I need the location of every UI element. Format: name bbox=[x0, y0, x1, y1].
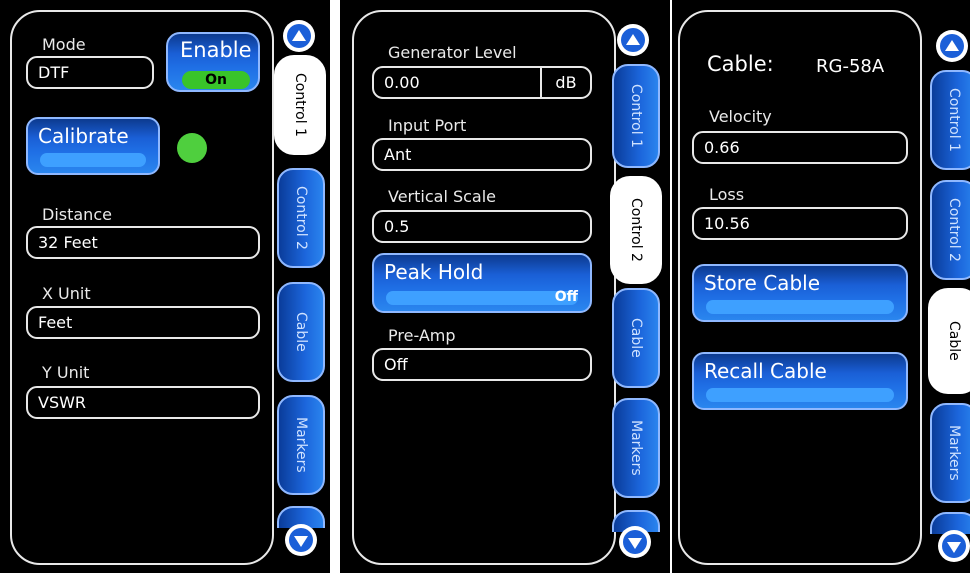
tab-control-1[interactable]: Control 1 bbox=[274, 55, 326, 155]
control1-panel: Mode DTF Enable On Calibrate Distance 32… bbox=[0, 0, 330, 573]
status-led-icon bbox=[177, 133, 207, 163]
tab-control-1[interactable]: Control 1 bbox=[612, 64, 660, 168]
cable-panel: Cable: RG-58A Velocity 0.66 Loss 10.56 S… bbox=[672, 0, 970, 573]
xunit-field[interactable]: Feet bbox=[26, 306, 260, 339]
xunit-label: X Unit bbox=[42, 284, 91, 303]
vertical-scale-field[interactable]: 0.5 bbox=[372, 210, 592, 243]
velocity-field[interactable]: 0.66 bbox=[692, 131, 908, 164]
velocity-label: Velocity bbox=[709, 107, 772, 126]
arrow-down-icon[interactable] bbox=[938, 530, 970, 562]
arrow-down-icon[interactable] bbox=[619, 526, 651, 558]
generator-level-unit: dB bbox=[540, 68, 590, 97]
generator-level-field[interactable]: 0.00 dB bbox=[372, 66, 592, 99]
mode-field[interactable]: DTF bbox=[26, 56, 154, 89]
tab-cable[interactable]: Cable bbox=[928, 288, 970, 394]
calibrate-button-bar bbox=[40, 153, 146, 167]
distance-label: Distance bbox=[42, 205, 112, 224]
tab-control-2[interactable]: Control 2 bbox=[277, 168, 325, 268]
peak-hold-bar bbox=[386, 291, 578, 305]
loss-label: Loss bbox=[709, 185, 745, 204]
calibrate-button[interactable]: Calibrate bbox=[26, 117, 160, 175]
loss-field[interactable]: 10.56 bbox=[692, 207, 908, 240]
input-port-field[interactable]: Ant bbox=[372, 138, 592, 171]
tab-markers[interactable]: Markers bbox=[612, 398, 660, 498]
control2-panel: Generator Level 0.00 dB Input Port Ant V… bbox=[340, 0, 670, 573]
recall-cable-bar bbox=[706, 388, 894, 402]
yunit-label: Y Unit bbox=[42, 363, 90, 382]
calibrate-button-label: Calibrate bbox=[38, 124, 129, 148]
store-cable-bar bbox=[706, 300, 894, 314]
enable-button[interactable]: Enable On bbox=[166, 32, 260, 92]
recall-cable-button-label: Recall Cable bbox=[704, 359, 827, 383]
store-cable-button-label: Store Cable bbox=[704, 271, 820, 295]
input-port-label: Input Port bbox=[388, 116, 467, 135]
arrow-up-icon[interactable] bbox=[936, 30, 968, 62]
tab-cable[interactable]: Cable bbox=[277, 282, 325, 382]
arrow-up-icon[interactable] bbox=[283, 20, 315, 52]
tab-cable[interactable]: Cable bbox=[612, 288, 660, 388]
peak-hold-button[interactable]: Peak Hold Off bbox=[372, 253, 592, 313]
enable-button-label: Enable bbox=[180, 38, 252, 62]
store-cable-button[interactable]: Store Cable bbox=[692, 264, 908, 322]
yunit-field[interactable]: VSWR bbox=[26, 386, 260, 419]
cable-label: Cable: bbox=[707, 52, 774, 76]
tab-markers[interactable]: Markers bbox=[930, 403, 970, 503]
preamp-label: Pre-Amp bbox=[388, 326, 456, 345]
tab-markers[interactable]: Markers bbox=[277, 395, 325, 495]
arrow-up-icon[interactable] bbox=[617, 24, 649, 56]
tab-control-1[interactable]: Control 1 bbox=[930, 70, 970, 170]
preamp-field[interactable]: Off bbox=[372, 348, 592, 381]
mode-label: Mode bbox=[42, 35, 86, 54]
enable-state-indicator: On bbox=[182, 71, 250, 89]
tab-control-2[interactable]: Control 2 bbox=[930, 180, 970, 280]
distance-field[interactable]: 32 Feet bbox=[26, 226, 260, 259]
generator-level-value: 0.00 bbox=[384, 73, 420, 92]
peak-hold-state: Off bbox=[554, 289, 578, 305]
recall-cable-button[interactable]: Recall Cable bbox=[692, 352, 908, 410]
arrow-down-icon[interactable] bbox=[285, 524, 317, 556]
peak-hold-button-label: Peak Hold bbox=[384, 260, 484, 284]
vertical-scale-label: Vertical Scale bbox=[388, 187, 497, 206]
tab-control-2[interactable]: Control 2 bbox=[610, 176, 662, 284]
generator-level-label: Generator Level bbox=[388, 43, 517, 62]
cable-type-value: RG-58A bbox=[816, 56, 885, 77]
